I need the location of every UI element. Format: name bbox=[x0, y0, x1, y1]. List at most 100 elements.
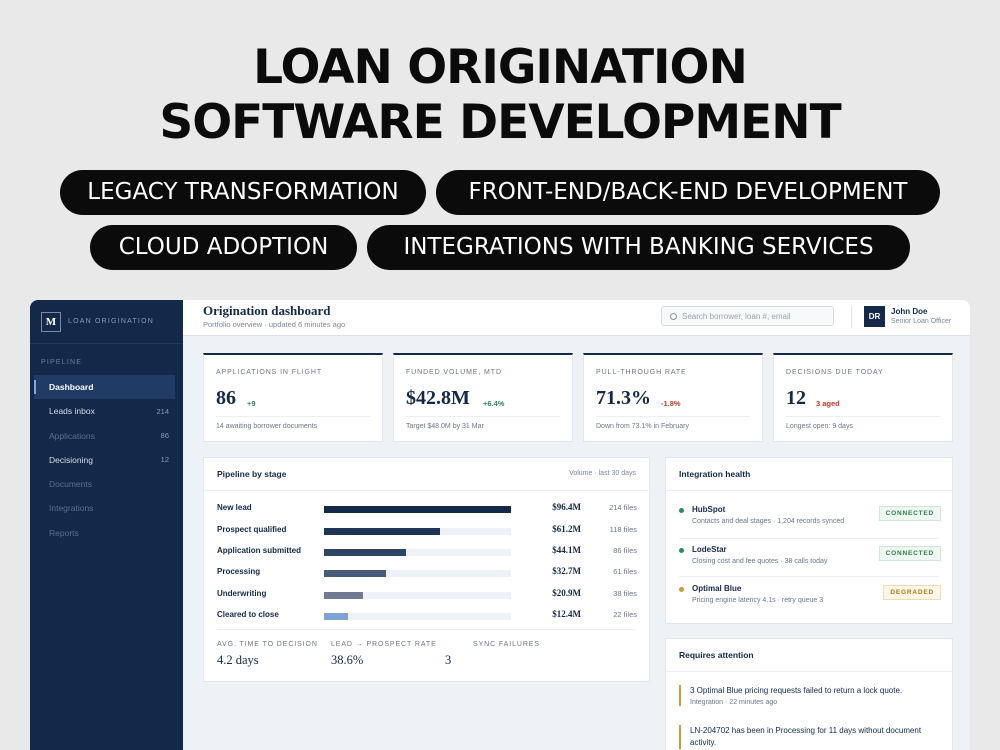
integration-divider bbox=[679, 538, 939, 539]
pipeline-title: Pipeline by stage bbox=[217, 469, 287, 479]
stage-bar-track bbox=[324, 549, 511, 556]
hero-title-line-2: SOFTWARE DEVELOPMENT bbox=[159, 95, 841, 150]
stage-name: New lead bbox=[217, 503, 252, 512]
stage-bar-track bbox=[324, 527, 511, 535]
attention-item[interactable]: LN-204702 has been in Processing for 11 … bbox=[679, 725, 941, 749]
stage-name: Underwriting bbox=[217, 588, 267, 598]
integration-name: LodeStar bbox=[692, 545, 727, 554]
pill-front-back-end: FRONT-END/BACK-END DEVELOPMENT bbox=[436, 170, 940, 215]
kpi-divider bbox=[786, 416, 940, 417]
stage-bar-track bbox=[324, 613, 511, 620]
app-window: M LOAN ORIGINATION PIPELINE Dashboard Le… bbox=[30, 300, 970, 750]
stage-files: 86 files bbox=[613, 546, 637, 555]
sidebar-item-integrations[interactable]: Integrations bbox=[34, 496, 175, 520]
integration-row-optimal-blue[interactable]: Optimal Blue Pricing engine latency 4.1s… bbox=[679, 581, 941, 611]
stage-bar-fill bbox=[324, 570, 386, 577]
kpi-footnote: 14 awaiting borrower documents bbox=[216, 423, 318, 430]
stat-label: SYNC FAILURES bbox=[473, 641, 540, 648]
stage-name: Processing bbox=[217, 567, 261, 576]
top-bar: Origination dashboard Portfolio overview… bbox=[183, 300, 970, 336]
sidebar-item-documents[interactable]: Documents bbox=[34, 472, 175, 496]
sidebar-item-decisioning[interactable]: Decisioning 12 bbox=[34, 448, 175, 472]
stage-bar-fill bbox=[324, 549, 407, 556]
attention-title: Requires attention bbox=[679, 650, 754, 660]
card-divider bbox=[666, 490, 952, 491]
kpi-label: DECISIONS DUE TODAY bbox=[786, 369, 884, 376]
kpi-label: PULL-THROUGH RATE bbox=[596, 369, 687, 376]
stage-amount: $44.1M bbox=[552, 545, 581, 555]
integration-row-hubspot[interactable]: HubSpot Contacts and deal stages · 1,204… bbox=[679, 502, 941, 532]
integration-desc: Closing cost and fee quotes · 38 calls t… bbox=[692, 558, 828, 565]
pipeline-stage-row[interactable]: Underwriting $20.9M 38 files bbox=[217, 588, 637, 602]
integration-health-card: Integration health HubSpot Contacts and … bbox=[665, 457, 953, 624]
kpi-value: 86 bbox=[216, 387, 236, 409]
status-badge: CONNECTED bbox=[878, 506, 941, 521]
kpi-value: 71.3% bbox=[596, 387, 651, 409]
pipeline-stage-row[interactable]: Prospect qualified $61.2M 118 files bbox=[217, 524, 637, 538]
stage-bar-track bbox=[324, 506, 511, 513]
user-role: Senior Loan Officer bbox=[891, 318, 952, 325]
sidebar-item-dashboard[interactable]: Dashboard bbox=[34, 375, 175, 399]
pipeline-stage-row[interactable]: New lead $96.4M 214 files bbox=[217, 502, 637, 516]
user-name[interactable]: John Doe bbox=[891, 307, 927, 316]
pipeline-stage-row[interactable]: Application submitted $44.1M 86 files bbox=[217, 545, 637, 559]
kpi-card-funded-volume[interactable]: FUNDED VOLUME, MTD $42.8M +6.4% Target $… bbox=[393, 353, 573, 442]
logo-text: LOAN ORIGINATION bbox=[68, 318, 154, 325]
stage-bar-track bbox=[324, 570, 511, 577]
stage-files: 214 files bbox=[609, 503, 637, 512]
stage-bar-fill bbox=[324, 527, 440, 535]
hero-title-line-1: LOAN ORIGINATION bbox=[253, 40, 748, 95]
kpi-value: $42.8M bbox=[406, 387, 470, 409]
search-icon bbox=[670, 312, 677, 320]
search-box[interactable] bbox=[661, 306, 834, 326]
sidebar-item-reports[interactable]: Reports bbox=[34, 521, 175, 545]
stage-amount: $12.4M bbox=[552, 609, 581, 619]
stat-value: 4.2 days bbox=[217, 653, 259, 667]
attention-item[interactable]: 3 Optimal Blue pricing requests failed t… bbox=[679, 685, 941, 706]
attention-text: LN-204702 has been in Processing for 11 … bbox=[690, 726, 922, 747]
stage-bar-track bbox=[324, 591, 511, 599]
requires-attention-card: Requires attention 3 Optimal Blue pricin… bbox=[665, 638, 953, 750]
sidebar-nav: Dashboard Leads inbox 214 Applications 8… bbox=[30, 375, 183, 545]
sidebar-item-label: Applications bbox=[49, 430, 95, 441]
logo-mark: M bbox=[41, 311, 61, 332]
kpi-label: APPLICATIONS IN FLIGHT bbox=[216, 369, 323, 376]
status-dot bbox=[679, 548, 684, 553]
card-divider bbox=[666, 671, 952, 672]
pipeline-meta: Volume · last 30 days bbox=[569, 470, 636, 477]
stage-name: Prospect qualified bbox=[217, 524, 287, 534]
kpi-card-applications[interactable]: APPLICATIONS IN FLIGHT 86 +9 14 awaiting… bbox=[203, 353, 383, 442]
sidebar-item-leads-inbox[interactable]: Leads inbox 214 bbox=[34, 399, 175, 423]
sidebar-item-label: Integrations bbox=[49, 503, 94, 514]
stat-label: LEAD → PROSPECT RATE bbox=[331, 641, 437, 648]
stage-amount: $32.7M bbox=[552, 566, 581, 576]
avatar[interactable]: DR bbox=[864, 306, 885, 327]
kpi-footnote: Longest open: 9 days bbox=[786, 423, 853, 430]
kpi-divider bbox=[596, 416, 750, 417]
kpi-divider bbox=[216, 416, 370, 417]
stage-bar-fill bbox=[324, 613, 349, 620]
brand[interactable]: M LOAN ORIGINATION bbox=[30, 300, 183, 344]
integration-row-lodestar[interactable]: LodeStar Closing cost and fee quotes · 3… bbox=[679, 542, 941, 572]
status-dot bbox=[679, 587, 684, 592]
stat-value: 3 bbox=[445, 653, 452, 667]
pipeline-stage-row[interactable]: Cleared to close $12.4M 22 files bbox=[217, 609, 637, 623]
integration-desc: Contacts and deal stages · 1,204 records… bbox=[692, 518, 845, 525]
stage-files: 61 files bbox=[613, 567, 637, 576]
page-title: Origination dashboard bbox=[203, 303, 331, 318]
stage-bar-fill bbox=[324, 591, 364, 599]
sidebar-item-applications[interactable]: Applications 86 bbox=[34, 424, 175, 448]
stage-name: Application submitted bbox=[217, 546, 301, 555]
integration-desc: Pricing engine latency 4.1s · retry queu… bbox=[692, 597, 824, 604]
hero-title: LOAN ORIGINATION SOFTWARE DEVELOPMENT bbox=[0, 40, 1000, 150]
status-badge: CONNECTED bbox=[878, 546, 941, 561]
kpi-footnote: Target $48.0M by 31 Mar bbox=[406, 423, 484, 430]
search-input[interactable] bbox=[682, 311, 832, 321]
sidebar-item-label: Reports bbox=[49, 527, 79, 538]
kpi-delta: -1.8% bbox=[661, 399, 681, 408]
kpi-card-pull-through[interactable]: PULL-THROUGH RATE 71.3% -1.8% Down from … bbox=[583, 353, 763, 442]
integration-name: Optimal Blue bbox=[692, 584, 742, 593]
status-badge: DEGRADED bbox=[883, 585, 941, 600]
pipeline-stage-row[interactable]: Processing $32.7M 61 files bbox=[217, 566, 637, 580]
kpi-card-decisions-due[interactable]: DECISIONS DUE TODAY 12 3 aged Longest op… bbox=[773, 353, 953, 442]
